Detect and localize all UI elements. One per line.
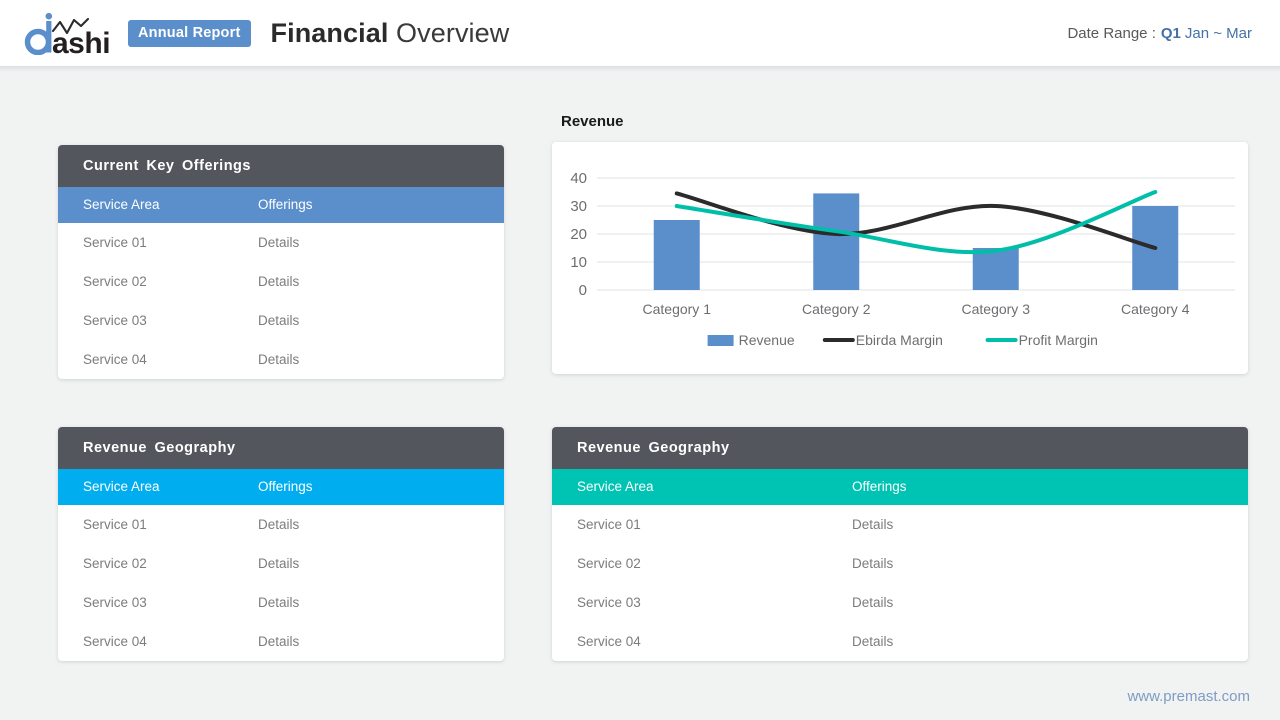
cell-details: Details (258, 595, 300, 610)
cell-service: Service 02 (577, 556, 641, 571)
card-revenue-geography-right: Revenue Geography Service Area Offerings… (552, 427, 1248, 661)
bar-2 (813, 193, 860, 290)
table-row[interactable]: Service 04 Details (58, 622, 504, 661)
dashi-logo-icon: ashi (24, 12, 111, 55)
table-header-row: Service Area Offerings (552, 469, 1248, 505)
legend-label: Profit Margin (1019, 332, 1098, 348)
cell-details: Details (258, 634, 300, 649)
column-header-offerings: Offerings (258, 479, 313, 494)
legend-item-3: Profit Margin (985, 332, 1098, 348)
footer-url[interactable]: www.premast.com (1127, 688, 1250, 705)
date-range[interactable]: Date Range : Q1 Jan ~ Mar (1067, 0, 1252, 66)
page-header: ashi Annual Report Financial Overview Da… (0, 0, 1280, 66)
legend-label: Ebirda Margin (856, 332, 943, 348)
card-current-key-offerings: Current Key Offerings Service Area Offer… (58, 145, 504, 379)
table-row[interactable]: Service 01 Details (552, 505, 1248, 544)
table-row[interactable]: Service 04 Details (58, 340, 504, 379)
annual-report-badge[interactable]: Annual Report (128, 19, 251, 47)
table-row[interactable]: Service 01 Details (58, 505, 504, 544)
table-row[interactable]: Service 03 Details (552, 583, 1248, 622)
column-header-service-area: Service Area (83, 479, 160, 494)
x-axis-tick: Category 3 (962, 301, 1031, 317)
cell-details: Details (258, 352, 300, 367)
chart-title: Revenue (561, 113, 624, 130)
cell-details: Details (852, 634, 894, 649)
table-header-row: Service Area Offerings (58, 469, 504, 505)
column-header-offerings: Offerings (852, 479, 907, 494)
date-range-months: Jan ~ Mar (1184, 24, 1252, 42)
legend-label: Revenue (739, 332, 795, 348)
line-ebirda-margin (674, 191, 1158, 250)
x-axis-tick: Category 1 (643, 301, 712, 317)
cell-service: Service 03 (577, 595, 641, 610)
table-row[interactable]: Service 01 Details (58, 223, 504, 262)
x-axis-tick: Category 2 (802, 301, 871, 317)
cell-service: Service 04 (83, 634, 147, 649)
cell-service: Service 02 (83, 556, 147, 571)
brand-lockup: ashi Annual Report Financial Overview (22, 11, 509, 55)
y-axis-tick: 20 (570, 226, 587, 243)
cell-details: Details (852, 595, 894, 610)
legend-item-2: Ebirda Margin (822, 332, 943, 348)
table-row[interactable]: Service 02 Details (552, 544, 1248, 583)
y-axis-tick: 0 (579, 282, 587, 299)
revenue-combo-chart[interactable]: 0 10 20 30 40 Category 1 Category 2 Category 3 C… (552, 142, 1248, 374)
table-row[interactable]: Service 04 Details (552, 622, 1248, 661)
cell-details: Details (852, 517, 894, 532)
dashi-logo: ashi (22, 11, 126, 55)
cell-service: Service 04 (577, 634, 641, 649)
y-axis-tick: 40 (570, 170, 587, 187)
date-range-quarter: Q1 (1160, 24, 1181, 42)
cell-details: Details (258, 235, 300, 250)
page-title-bold: Financial (270, 17, 389, 48)
table-row[interactable]: Service 02 Details (58, 544, 504, 583)
x-axis-tick: Category 4 (1121, 301, 1190, 317)
card-title: Current Key Offerings (58, 145, 504, 187)
page-title-light: Overview (388, 17, 510, 48)
legend-item-1: Revenue (707, 332, 795, 348)
table-row[interactable]: Service 03 Details (58, 301, 504, 340)
cell-service: Service 01 (83, 517, 147, 532)
card-revenue-geography-left: Revenue Geography Service Area Offerings… (58, 427, 504, 661)
y-axis-tick: 30 (570, 198, 587, 215)
cell-details: Details (258, 556, 300, 571)
table-header-row: Service Area Offerings (58, 187, 504, 223)
cell-details: Details (258, 517, 300, 532)
svg-text:ashi: ashi (52, 27, 110, 55)
column-header-service-area: Service Area (577, 479, 654, 494)
header-divider (0, 66, 1280, 72)
table-row[interactable]: Service 03 Details (58, 583, 504, 622)
column-header-service-area: Service Area (83, 197, 160, 212)
cell-details: Details (258, 274, 300, 289)
slide-canvas: ashi Annual Report Financial Overview Da… (0, 0, 1280, 720)
cell-service: Service 02 (83, 274, 147, 289)
date-range-label: Date Range : (1067, 24, 1156, 42)
bar-3 (972, 248, 1019, 290)
cell-service: Service 01 (83, 235, 147, 250)
column-header-offerings: Offerings (258, 197, 313, 212)
cell-service: Service 03 (83, 313, 147, 328)
line-profit-margin (674, 190, 1158, 255)
card-title: Revenue Geography (58, 427, 504, 469)
cell-service: Service 01 (577, 517, 641, 532)
cell-details: Details (852, 556, 894, 571)
table-row[interactable]: Service 02 Details (58, 262, 504, 301)
cell-service: Service 03 (83, 595, 147, 610)
cell-service: Service 04 (83, 352, 147, 367)
cell-details: Details (258, 313, 300, 328)
bar-1 (653, 220, 700, 290)
revenue-chart-card: 0 10 20 30 40 Category 1 Category 2 Category 3 C… (552, 142, 1248, 374)
y-axis-tick: 10 (570, 254, 587, 271)
card-title: Revenue Geography (552, 427, 1248, 469)
page-title: Financial Overview (271, 18, 510, 49)
